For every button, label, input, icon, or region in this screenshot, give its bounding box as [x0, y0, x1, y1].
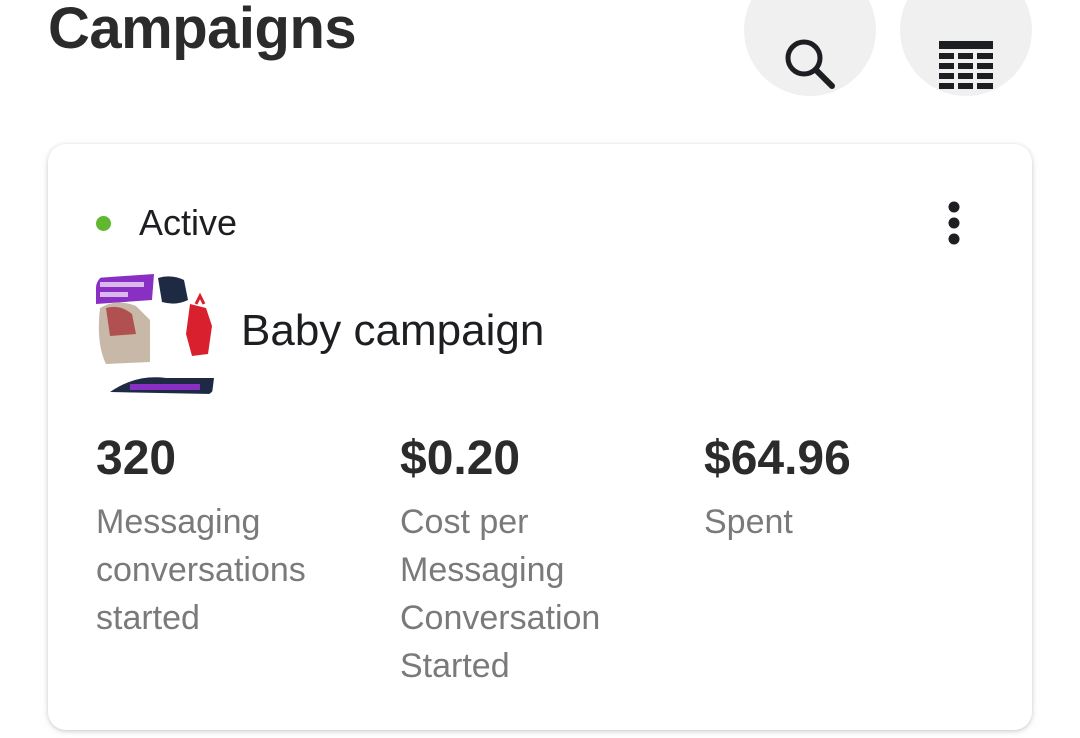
table-view-button[interactable]: [900, 0, 1032, 96]
status-label: Active: [139, 202, 238, 243]
metric-label-line: Messaging: [96, 503, 261, 541]
metric-label-line: Conversation: [400, 599, 601, 637]
metric-label-line: conversations: [96, 551, 306, 589]
metric-label: Messaging conversations started: [96, 498, 386, 642]
metric-value: $64.96: [704, 432, 851, 485]
metric-label-line: Started: [400, 647, 510, 685]
metric-label-line: started: [96, 599, 200, 637]
metric-label: Spent: [704, 498, 994, 546]
more-options-button[interactable]: [936, 198, 972, 248]
table-view-icon: [939, 41, 993, 89]
campaign-thumbnail: [96, 274, 216, 396]
campaign-card[interactable]: Active Baby campaign 320 Messaging conve…: [48, 144, 1032, 730]
metric-spent: $64.96 Spent: [704, 430, 994, 546]
metric-label-line: Spent: [704, 503, 793, 541]
metric-value: $0.20: [400, 432, 521, 485]
page-title: Campaigns: [48, 0, 357, 61]
metric-value: 320: [96, 432, 177, 485]
metric-conversations: 320 Messaging conversations started: [96, 430, 386, 642]
campaigns-screen: Campaigns Active Baby campaign 320 Messa…: [0, 0, 1080, 738]
metric-cost-per-conversation: $0.20 Cost per Messaging Conversation St…: [400, 430, 690, 690]
search-button[interactable]: [744, 0, 876, 96]
campaign-name[interactable]: Baby campaign: [241, 306, 544, 356]
status-dot-icon: [96, 215, 111, 231]
search-icon: [785, 39, 835, 89]
status-row: Active: [96, 202, 237, 244]
metric-label-line: Cost per: [400, 503, 529, 541]
metric-label: Cost per Messaging Conversation Started: [400, 498, 690, 690]
more-vertical-icon: [948, 201, 960, 245]
metric-label-line: Messaging: [400, 551, 565, 589]
campaign-thumbnail-image: [96, 274, 216, 396]
